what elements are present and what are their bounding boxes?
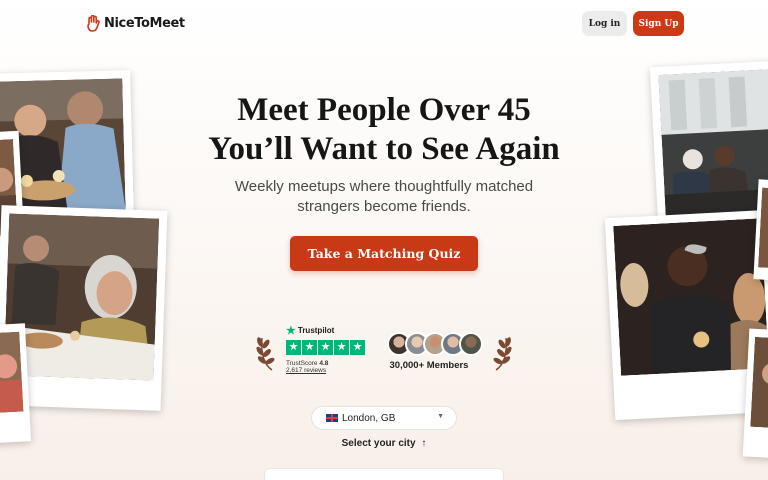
select-city-label: Select your city ↑ [312,438,456,449]
trustscore: TrustScore 4.8 [286,360,365,367]
headline-line-2: You’ll Want to See Again [208,131,560,167]
photo-right-main [604,209,768,421]
laurel-wreath-right-icon [493,337,512,371]
city-value: London, GB [342,412,396,424]
star-icon: ★ [318,340,333,355]
laurel-wreath-left-icon [256,337,275,371]
photo-right-top [649,60,768,228]
trustpilot-rating: ★ ★ ★ ★ ★ [286,340,365,355]
trustpilot-star-icon: ★ [286,325,296,337]
signup-button[interactable]: Sign Up [633,11,684,36]
members-count: 30,000+ Members [389,360,469,371]
member-avatars [387,332,483,356]
star-icon: ★ [350,340,365,355]
brand-name: NiceToMeet [104,16,185,31]
star-icon: ★ [302,340,317,355]
trustscore-label: TrustScore [286,360,318,367]
waving-hand-icon [87,15,100,32]
brand-logo[interactable]: NiceToMeet [86,15,185,32]
chevron-down-icon: ▼ [437,413,444,420]
uk-flag-icon [326,414,338,422]
arrow-up-icon: ↑ [421,438,427,449]
select-city-text: Select your city [341,438,416,449]
hero-subtitle: Weekly meetups where thoughtfully matche… [234,178,534,215]
star-icon: ★ [334,340,349,355]
bottom-card [264,468,504,480]
login-button[interactable]: Log in [582,11,627,36]
trustpilot-name: Trustpilot [297,326,335,335]
avatar [459,332,483,356]
trustpilot-logo: ★ Trustpilot [286,324,365,337]
trustscore-value: 4.8 [319,360,329,367]
star-icon: ★ [286,340,301,355]
city-select[interactable]: London, GB ▼ [311,406,457,430]
matching-quiz-button[interactable]: Take a Matching Quiz [290,236,478,271]
trustpilot-widget[interactable]: ★ Trustpilot ★ ★ ★ ★ ★ TrustScore 4.8 2,… [286,324,365,374]
reviews-link[interactable]: 2,617 reviews [286,367,365,374]
headline-line-1: Meet People Over 45 [237,92,531,128]
hero-headline: Meet People Over 45 You’ll Want to See A… [184,91,584,169]
